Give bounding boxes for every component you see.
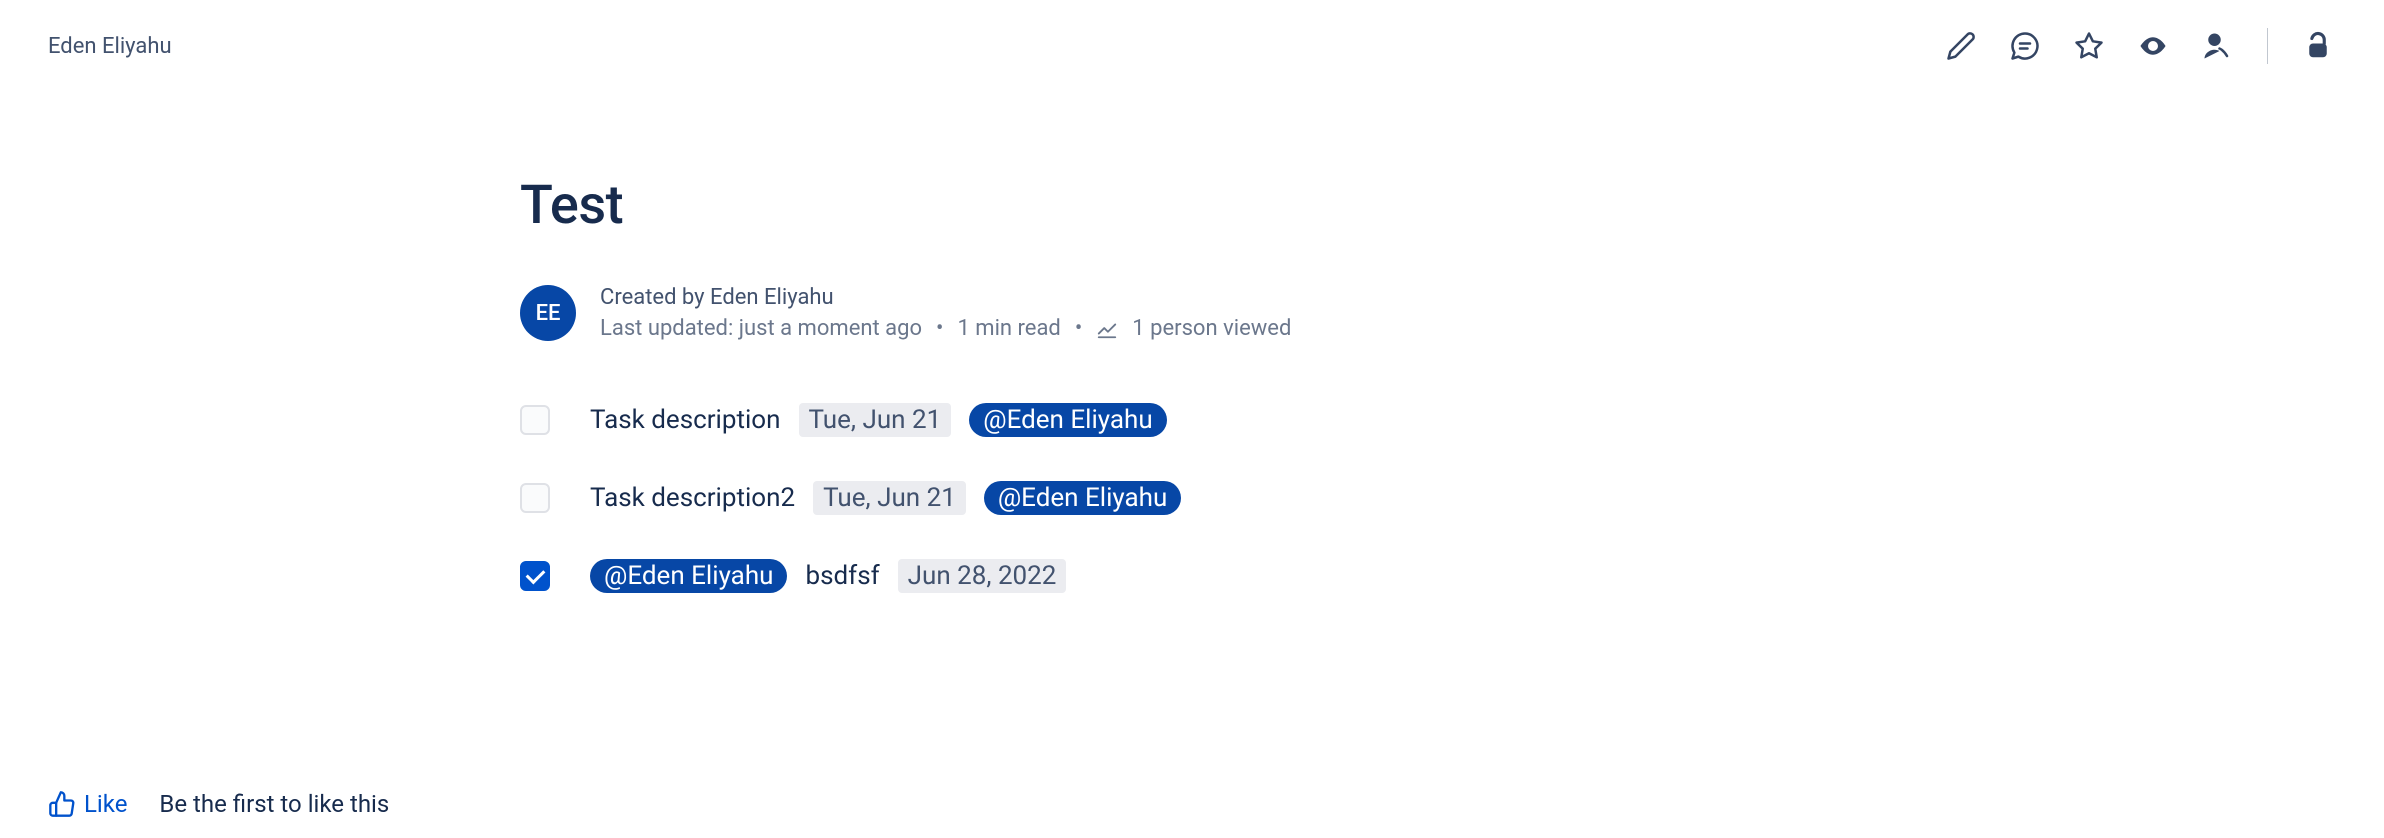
- watch-icon[interactable]: [2135, 28, 2171, 64]
- byline: EE Created by Eden Eliyahu Last updated:…: [520, 285, 1600, 341]
- task-row: @Eden Eliyahu bsdfsf Jun 28, 2022: [520, 559, 1600, 593]
- toolbar-divider: [2267, 28, 2268, 64]
- task-date-chip: Jun 28, 2022: [898, 559, 1067, 593]
- created-by[interactable]: Created by Eden Eliyahu: [600, 285, 1291, 310]
- page-toolbar: [1943, 28, 2336, 64]
- last-updated[interactable]: Last updated: just a moment ago: [600, 316, 922, 341]
- task-row: Task description2 Tue, Jun 21 @Eden Eliy…: [520, 481, 1600, 515]
- task-checkbox[interactable]: [520, 561, 550, 591]
- star-icon[interactable]: [2071, 28, 2107, 64]
- task-list: Task description Tue, Jun 21 @Eden Eliya…: [520, 403, 1600, 593]
- separator-dot: •: [1075, 316, 1082, 341]
- task-date-chip: Tue, Jun 21: [799, 403, 952, 437]
- read-time: 1 min read: [957, 316, 1060, 341]
- task-text: bsdfsf: [805, 561, 879, 591]
- presence-icon[interactable]: [2199, 28, 2235, 64]
- author-avatar[interactable]: EE: [520, 285, 576, 341]
- task-date-chip: Tue, Jun 21: [813, 481, 966, 515]
- like-button[interactable]: Like: [48, 790, 127, 818]
- like-label: Like: [84, 790, 127, 818]
- edit-icon[interactable]: [1943, 28, 1979, 64]
- page-title: Test: [520, 174, 1600, 237]
- view-count[interactable]: 1 person viewed: [1132, 316, 1291, 341]
- like-hint: Be the first to like this: [159, 790, 389, 818]
- task-checkbox[interactable]: [520, 405, 550, 435]
- analytics-icon[interactable]: [1096, 318, 1118, 340]
- task-checkbox[interactable]: [520, 483, 550, 513]
- separator-dot: •: [936, 316, 943, 341]
- breadcrumb[interactable]: Eden Eliyahu: [48, 34, 172, 59]
- task-row: Task description Tue, Jun 21 @Eden Eliya…: [520, 403, 1600, 437]
- mention-pill[interactable]: @Eden Eliyahu: [969, 403, 1166, 437]
- comment-icon[interactable]: [2007, 28, 2043, 64]
- task-text: Task description2: [590, 483, 795, 513]
- like-row: Like Be the first to like this: [48, 790, 389, 818]
- task-text: Task description: [590, 405, 781, 435]
- mention-pill[interactable]: @Eden Eliyahu: [984, 481, 1181, 515]
- mention-pill[interactable]: @Eden Eliyahu: [590, 559, 787, 593]
- restrictions-unlocked-icon[interactable]: [2300, 28, 2336, 64]
